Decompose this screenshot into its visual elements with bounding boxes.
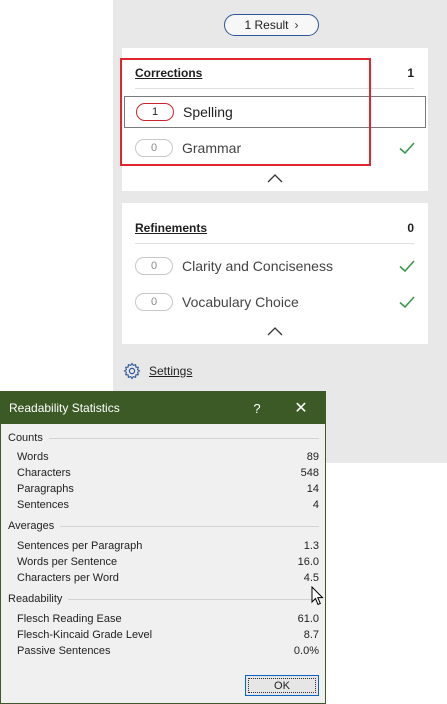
refinements-title: Refinements	[135, 221, 208, 235]
stat-value: 4.5	[303, 572, 319, 584]
dialog-title: Readability Statistics	[9, 401, 120, 415]
stat-label: Words	[17, 451, 49, 463]
stat-label: Flesch-Kincaid Grade Level	[17, 629, 153, 641]
stat-row: Paragraphs 14	[17, 481, 319, 497]
stat-row: Words 89	[17, 449, 319, 465]
stat-value: 8.7	[303, 629, 319, 641]
stat-label: Passive Sentences	[17, 645, 111, 657]
spelling-label: Spelling	[183, 104, 233, 120]
corrections-header: Corrections 1	[135, 62, 414, 84]
correction-item-spelling[interactable]: 1 Spelling	[124, 96, 426, 128]
checkmark-icon	[399, 260, 415, 273]
stat-row: Words per Sentence 16.0	[17, 554, 319, 570]
stat-value: 89	[306, 451, 319, 463]
grammar-count-badge: 0	[135, 139, 173, 157]
readability-heading: Readability	[8, 593, 63, 605]
spelling-count-badge: 1	[136, 103, 174, 121]
close-icon[interactable]: ✕	[291, 392, 311, 424]
stat-row: Characters 548	[17, 465, 319, 481]
readability-statistics-dialog: Readability Statistics ? ✕ Counts Words …	[0, 391, 326, 704]
clarity-label: Clarity and Conciseness	[182, 258, 333, 274]
stat-label: Flesch Reading Ease	[17, 613, 122, 625]
stat-row: Sentences 4	[17, 497, 319, 513]
stat-label: Sentences	[17, 499, 69, 511]
stat-label: Characters per Word	[17, 572, 119, 584]
stat-value: 548	[300, 467, 319, 479]
results-label: 1 Result	[244, 18, 289, 32]
help-icon[interactable]: ?	[247, 392, 267, 424]
refinement-item-vocabulary[interactable]: 0 Vocabulary Choice	[122, 286, 428, 318]
results-button[interactable]: 1 Result ›	[224, 14, 319, 36]
chevron-right-icon: ›	[294, 18, 299, 32]
chevron-up-icon[interactable]	[267, 326, 283, 336]
stat-row: Sentences per Paragraph 1.3	[17, 538, 319, 554]
stat-row: Flesch-Kincaid Grade Level 8.7	[17, 627, 319, 643]
divider	[68, 598, 319, 600]
counts-section-header: Counts	[8, 430, 319, 446]
stat-label: Characters	[17, 467, 71, 479]
stat-row: Flesch Reading Ease 61.0	[17, 611, 319, 627]
corrections-title: Corrections	[135, 66, 203, 80]
correction-item-grammar[interactable]: 0 Grammar	[122, 132, 428, 164]
vocabulary-label: Vocabulary Choice	[182, 294, 299, 310]
refinements-header: Refinements 0	[135, 217, 414, 239]
gear-icon	[123, 362, 141, 380]
averages-heading: Averages	[8, 520, 55, 532]
dialog-title-bar[interactable]: Readability Statistics	[1, 392, 325, 424]
stat-label: Words per Sentence	[17, 556, 118, 568]
stat-label: Sentences per Paragraph	[17, 540, 143, 552]
grammar-label: Grammar	[182, 140, 242, 156]
corrections-card: Corrections 1 1 Spelling 0 Grammar	[122, 48, 428, 191]
readability-section-header: Readability	[8, 591, 319, 607]
refinements-card: Refinements 0 0 Clarity and Conciseness …	[122, 203, 428, 344]
divider	[48, 437, 319, 439]
stat-value: 1.3	[303, 540, 319, 552]
counts-heading: Counts	[8, 432, 43, 444]
corrections-count: 1	[407, 66, 414, 80]
clarity-count-badge: 0	[135, 257, 173, 275]
divider	[60, 525, 319, 527]
settings-link[interactable]: Settings	[123, 360, 192, 382]
refinement-item-clarity[interactable]: 0 Clarity and Conciseness	[122, 250, 428, 282]
averages-section-header: Averages	[8, 518, 319, 534]
stat-row: Passive Sentences 0.0%	[17, 643, 319, 659]
stat-value: 0.0%	[293, 645, 319, 657]
ok-button[interactable]: OK	[245, 675, 319, 696]
stat-value: 14	[306, 483, 319, 495]
refinements-count: 0	[407, 221, 414, 235]
divider	[135, 88, 414, 89]
stat-value: 4	[312, 499, 319, 511]
mouse-cursor-icon	[311, 586, 324, 606]
chevron-up-icon[interactable]	[267, 173, 283, 183]
vocabulary-count-badge: 0	[135, 293, 173, 311]
divider	[135, 243, 414, 244]
stat-value: 61.0	[297, 613, 319, 625]
stat-label: Paragraphs	[17, 483, 74, 495]
settings-label: Settings	[149, 364, 193, 378]
stat-row: Characters per Word 4.5	[17, 570, 319, 586]
stat-value: 16.0	[297, 556, 319, 568]
checkmark-icon	[399, 296, 415, 309]
checkmark-icon	[399, 142, 415, 155]
